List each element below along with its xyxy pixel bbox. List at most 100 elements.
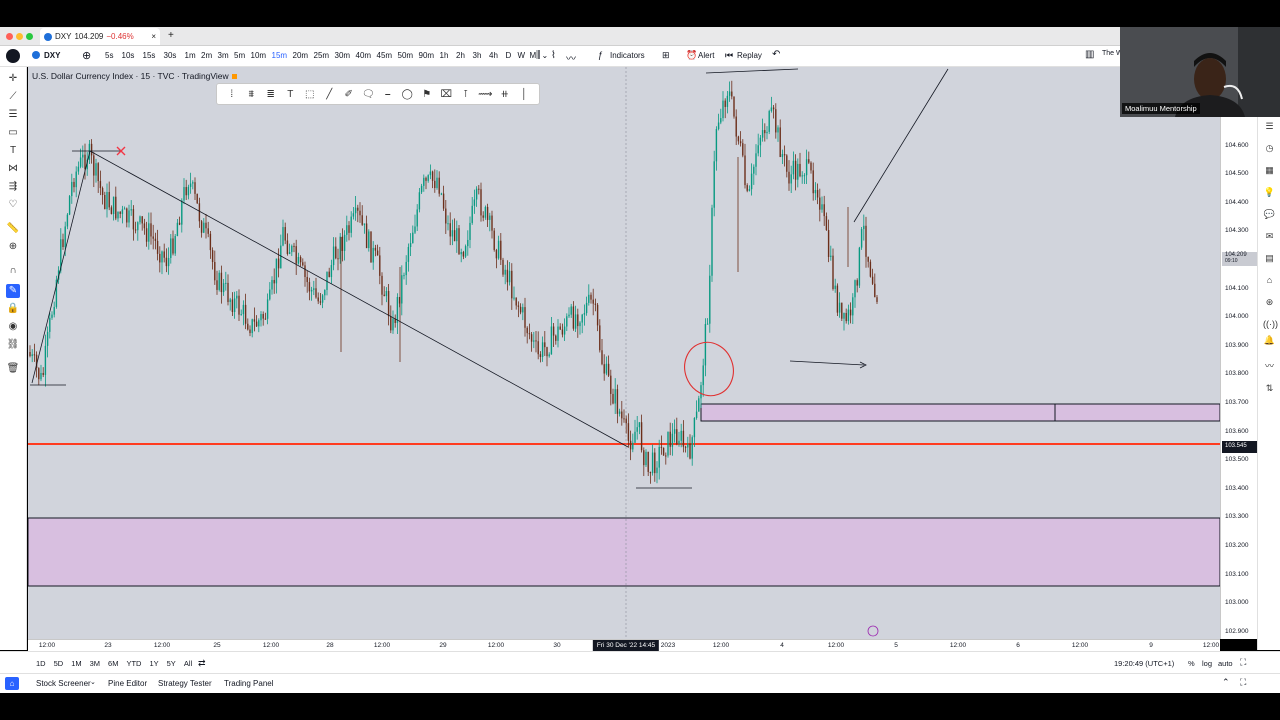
fib-retracement-icon[interactable]: ⩩ [242, 89, 262, 100]
timeframe-45m[interactable]: 45m [377, 51, 398, 60]
minimize-window-icon[interactable] [16, 33, 23, 40]
timeframe-50m[interactable]: 50m [398, 51, 419, 60]
callout-icon[interactable]: 🗨 [359, 89, 379, 100]
layout-icon[interactable]: ▥ [1085, 49, 1094, 60]
alerts-clock-icon[interactable]: ◷ [1263, 142, 1276, 155]
pulse-icon[interactable]: 〰 [1263, 360, 1276, 373]
indicators-button[interactable]: Indicators [610, 51, 645, 60]
note-icon[interactable]: ⌧ [437, 89, 457, 100]
browser-tab[interactable]: DXY 104.209 −0.46% × [40, 28, 160, 45]
strategy-tester-tab[interactable]: Strategy Tester [158, 679, 212, 688]
eye-icon[interactable]: ◉ [6, 320, 20, 334]
messages-icon[interactable]: ✉ [1263, 230, 1276, 243]
maximize-window-icon[interactable] [26, 33, 33, 40]
timeframe-15s[interactable]: 15s [143, 51, 164, 60]
line-type-icon[interactable]: 〰 [566, 50, 576, 65]
trash-icon[interactable]: 🗑 [6, 362, 20, 376]
candles-style-icon[interactable]: ⫼ [536, 50, 541, 61]
timeframe-15m[interactable]: 15m [272, 51, 293, 60]
heart-icon[interactable]: ♡ [6, 198, 20, 212]
brush-icon[interactable]: ✐ [339, 89, 359, 100]
timeframe-4h[interactable]: 4h [489, 51, 506, 60]
timeframe-W[interactable]: W [518, 51, 530, 60]
fib-tool-icon[interactable]: ☰ [6, 108, 20, 122]
timeframe-2h[interactable]: 2h [456, 51, 473, 60]
price-label-icon[interactable]: ⊺ [456, 89, 476, 100]
clock[interactable]: 19:20:49 (UTC+1) [1114, 659, 1174, 668]
timeframe-10s[interactable]: 10s [122, 51, 143, 60]
fib-extension-icon[interactable]: ≣ [261, 89, 281, 100]
replay-button[interactable]: Replay [737, 51, 762, 60]
range-6m[interactable]: 6M [108, 659, 118, 668]
timeframe-20m[interactable]: 20m [293, 51, 314, 60]
timeframe-30s[interactable]: 30s [164, 51, 185, 60]
range-5y[interactable]: 5Y [167, 659, 176, 668]
timeframe-25m[interactable]: 25m [314, 51, 335, 60]
symbol-search[interactable]: DXY [44, 51, 60, 60]
compare-symbol-icon[interactable]: ⊕ [82, 49, 91, 62]
new-tab-icon[interactable]: + [168, 30, 174, 41]
range-1d[interactable]: 1D [36, 659, 46, 668]
vertical-line-icon[interactable]: │ [515, 89, 535, 100]
timeframe-D[interactable]: D [506, 51, 518, 60]
alert-button[interactable]: Alert [698, 51, 714, 60]
undo-icon[interactable]: ↶ [772, 49, 780, 60]
line-icon[interactable]: ╱ [320, 89, 340, 100]
calendar-icon[interactable]: ▦ [1263, 164, 1276, 177]
bell-icon[interactable]: 🔔 [1263, 334, 1276, 347]
fullscreen-icon[interactable]: ⛶ [1240, 657, 1246, 668]
pattern-tool-icon[interactable]: ⋈ [6, 162, 20, 176]
timeframe-40m[interactable]: 40m [356, 51, 377, 60]
trading-panel-tab[interactable]: Trading Panel [224, 679, 274, 688]
ellipse-icon[interactable]: ◯ [398, 89, 418, 100]
flag-icon[interactable]: ⚑ [417, 89, 437, 100]
chart-canvas[interactable]: U.S. Dollar Currency Index · 15 · TVC · … [28, 67, 1220, 639]
box-icon[interactable]: ⬚ [300, 89, 320, 100]
range-5d[interactable]: 5D [54, 659, 64, 668]
templates-icon[interactable]: ⊞ [662, 50, 670, 61]
date-range-icon[interactable]: ⇄ [198, 658, 206, 669]
timeframe-1h[interactable]: 1h [440, 51, 457, 60]
time-axis[interactable]: 12:00 23 12:00 25 12:00 28 12:00 29 12:00 30 2023 1… [28, 639, 1220, 651]
timeframe-90m[interactable]: 90m [419, 51, 440, 60]
price-axis[interactable]: 104.600 104.500 104.400 104.300 104.100 104.0… [1220, 67, 1257, 639]
data-window-icon[interactable]: ⇅ [1263, 382, 1276, 395]
timeframe-3h[interactable]: 3h [473, 51, 490, 60]
tab-close-icon[interactable]: × [151, 32, 156, 41]
user-avatar[interactable] [6, 49, 20, 63]
timeframe-30m[interactable]: 30m [335, 51, 356, 60]
ideas-icon[interactable]: 💡 [1263, 186, 1276, 199]
auto-toggle[interactable]: auto [1218, 659, 1233, 668]
magnet-icon[interactable]: ∩ [6, 264, 20, 278]
range-ytd[interactable]: YTD [126, 659, 141, 668]
timeframe-more-icon[interactable]: ⌄ [542, 51, 549, 60]
drag-handle-icon[interactable]: ⁞ [222, 89, 242, 100]
timeframe-2m[interactable]: 2m [201, 51, 218, 60]
timeframe-3m[interactable]: 3m [218, 51, 235, 60]
chat-icon[interactable]: 💬 [1263, 208, 1276, 221]
path-icon[interactable]: ⟿ [476, 89, 496, 100]
range-3m[interactable]: 3M [90, 659, 100, 668]
calendar-events-icon[interactable]: ▤ [1263, 252, 1276, 265]
text-tool-icon[interactable]: T [6, 144, 20, 158]
watchlist-icon[interactable]: ☰ [1263, 120, 1276, 133]
timeframe-10m[interactable]: 10m [251, 51, 272, 60]
range-1y[interactable]: 1Y [149, 659, 158, 668]
stock-screener-tab[interactable]: Stock Screener [36, 679, 91, 688]
chevron-down-icon[interactable]: ⌄ [90, 678, 96, 686]
notifications-icon[interactable]: ⊛ [1263, 296, 1276, 309]
link-icon[interactable]: ⛓ [6, 338, 20, 352]
broadcast-icon[interactable]: ((·)) [1263, 318, 1278, 331]
chart-type-icon[interactable]: ⌇ [551, 50, 556, 61]
stay-in-drawing-mode-icon[interactable]: ✎ [6, 284, 20, 298]
forecast-tool-icon[interactable]: ⇶ [6, 180, 20, 194]
rectangle-tool-icon[interactable]: ▭ [6, 126, 20, 140]
crosshair-icon[interactable]: ✛ [6, 72, 20, 86]
close-window-icon[interactable] [6, 33, 13, 40]
maximize-panel-icon[interactable]: ⛶ [1240, 677, 1246, 688]
log-toggle[interactable]: log [1202, 659, 1212, 668]
timeframe-5s[interactable]: 5s [105, 51, 122, 60]
projection-icon[interactable]: ⧺ [495, 89, 515, 100]
range-all[interactable]: All [184, 659, 192, 668]
hotlist-icon[interactable]: ⌂ [1263, 274, 1276, 287]
